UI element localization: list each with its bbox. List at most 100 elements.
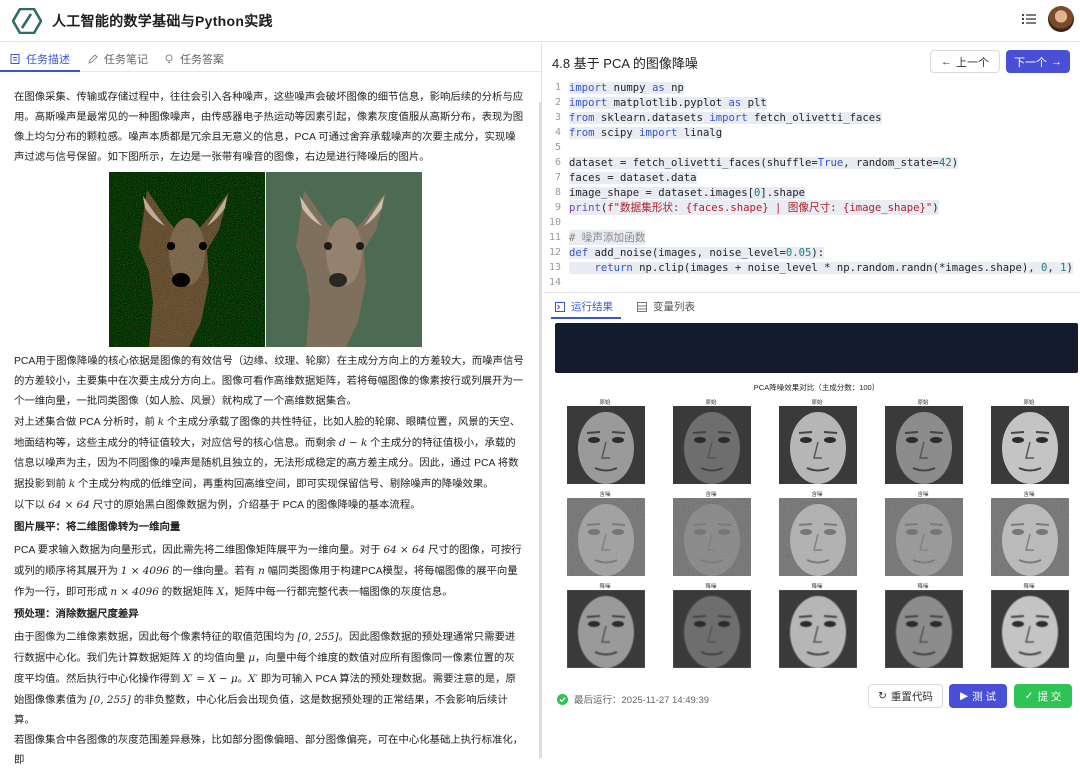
prev-button-label: 上一个 — [956, 56, 989, 69]
code-line[interactable]: 11 # 噪声添加函数 — [543, 230, 1080, 245]
face-image — [567, 406, 645, 484]
tab-notes[interactable]: 任务笔记 — [88, 48, 148, 70]
face-cell: 降噪 — [777, 582, 857, 668]
code-text: import numpy as np — [569, 81, 684, 94]
code-text: image_shape = dataset.images[0].shape — [569, 186, 806, 199]
code-line[interactable]: 1 import numpy as np — [543, 80, 1080, 95]
line-number: 5 — [554, 142, 561, 153]
next-button-label: 下一个 — [1014, 56, 1047, 69]
face-image — [779, 406, 857, 484]
active-result-tab-indicator — [551, 317, 621, 319]
face-label: 降噪 — [599, 584, 611, 590]
code-line[interactable]: 4 from scipy import linalg — [543, 125, 1080, 140]
face-label: 降噪 — [1023, 584, 1035, 590]
code-text: # 噪声添加函数 — [569, 230, 646, 245]
code-text: faces = dataset.data — [569, 171, 697, 184]
code-line[interactable]: 12 def add_noise(images, noise_level=0.05… — [543, 245, 1080, 260]
face-cell: 含噪 — [989, 490, 1069, 576]
top-bar: 人工智能的数学基础与Python实践 — [0, 0, 1080, 42]
run-status: 最后运行：2025-11-27 14:49:39 — [557, 692, 709, 706]
face-label: 降噪 — [705, 584, 717, 590]
code-line[interactable]: 7 faces = dataset.data — [543, 170, 1080, 185]
face-cell: 含噪 — [565, 490, 645, 576]
face-image — [885, 406, 963, 484]
next-button[interactable]: 下一个 → — [1006, 50, 1070, 73]
code-line[interactable]: 5 — [543, 140, 1080, 155]
paragraph-flatten: PCA 要求输入数据为向量形式，因此需先将二维图像矩阵展平为一维向量。对于 64… — [14, 544, 522, 598]
reset-code-button[interactable]: ↻ 重置代码 — [868, 684, 943, 708]
face-image — [991, 590, 1069, 668]
tab-variables[interactable]: 变量列表 — [637, 299, 695, 314]
checkmark-icon: ✓ — [1024, 690, 1034, 702]
face-image — [673, 590, 751, 668]
figure-title: PCA降噪效果对比（主成分数：100） — [753, 383, 880, 392]
line-number: 7 — [554, 172, 561, 183]
face-label: 含噪 — [599, 492, 611, 498]
line-number: 9 — [554, 202, 561, 213]
heading-flatten: 图片展平：将二维图像转为一维向量 — [14, 522, 181, 533]
user-avatar[interactable] — [1048, 6, 1074, 32]
logo-icon[interactable] — [12, 8, 42, 34]
app-title: 人工智能的数学基础与Python实践 — [52, 13, 273, 29]
tab-run-result[interactable]: 运行结果 — [555, 299, 613, 314]
face-cell: 原始 — [777, 398, 857, 484]
lightbulb-icon — [165, 54, 173, 63]
face-cell: 含噪 — [777, 490, 857, 576]
tab-answer-label: 任务答案 — [180, 54, 224, 66]
face-cell: 含噪 — [883, 490, 963, 576]
code-line[interactable]: 9 print(f"数据集形状: {faces.shape} | 图像尺寸: {i… — [543, 200, 1080, 215]
tab-description[interactable]: 任务描述 — [10, 48, 70, 70]
face-label: 含噪 — [1023, 492, 1035, 498]
document-icon — [10, 54, 20, 64]
result-tabs: 运行结果 变量列表 — [543, 292, 1080, 319]
test-button[interactable]: ▶ 测 试 — [949, 684, 1007, 708]
face-cell: 降噪 — [565, 582, 645, 668]
list-icon[interactable] — [1022, 12, 1036, 26]
arrow-right-icon: → — [1051, 55, 1062, 68]
paragraph-example-intro: 以下以 64 × 64 尺寸的原始黑白图像数据为例，介绍基于 PCA 的图像降噪… — [14, 499, 421, 511]
line-number: 3 — [554, 112, 561, 123]
heading-preprocess: 预处理：消除数据尺度差异 — [14, 609, 139, 620]
face-label: 原始 — [917, 400, 929, 406]
face-label: 原始 — [811, 400, 823, 406]
face-label: 原始 — [705, 400, 717, 406]
arrow-left-icon: ← — [941, 55, 952, 68]
code-line[interactable]: 13 return np.clip(images + noise_level *… — [543, 260, 1080, 275]
table-icon — [637, 301, 647, 312]
tab-answer[interactable]: 任务答案 — [164, 48, 224, 70]
submit-button-label: 提 交 — [1037, 690, 1062, 703]
code-line[interactable]: 6 dataset = fetch_olivetti_faces(shuffle=… — [543, 155, 1080, 170]
code-text: def add_noise(images, noise_level=0.05): — [569, 246, 825, 259]
code-text: print(f"数据集形状: {faces.shape} | 图像尺寸: {im… — [569, 200, 939, 215]
action-footer: 最后运行：2025-11-27 14:49:39 ↻ 重置代码 ▶ 测 试 ✓ … — [543, 682, 1080, 716]
submit-button[interactable]: ✓ 提 交 — [1014, 684, 1072, 708]
refresh-icon: ↻ — [878, 690, 887, 702]
task-description-continued: PCA用于图像降噪的核心依据是图像的有效信号（边缘、纹理、轮廓）在主成分方向上的… — [14, 352, 524, 771]
face-cell: 原始 — [883, 398, 963, 484]
face-cell: 降噪 — [883, 582, 963, 668]
face-image — [673, 406, 751, 484]
task-header: 4.8 基于 PCA 的图像降噪 ← 上一个 下一个 → — [543, 42, 1080, 78]
reset-code-label: 重置代码 — [890, 690, 933, 703]
code-line[interactable]: 10 — [543, 215, 1080, 230]
code-panel: 4.8 基于 PCA 的图像降噪 ← 上一个 下一个 → 1 import num… — [543, 42, 1080, 716]
code-line[interactable]: 3 from sklearn.datasets import fetch_oliv… — [543, 110, 1080, 125]
line-number: 1 — [554, 82, 561, 93]
prev-button[interactable]: ← 上一个 — [930, 50, 1000, 73]
code-line[interactable]: 2 import matplotlib.pyplot as plt — [543, 95, 1080, 110]
code-text: dataset = fetch_olivetti_faces(shuffle=T… — [569, 156, 959, 169]
face-image — [885, 498, 963, 576]
tab-notes-label: 任务笔记 — [104, 54, 148, 66]
code-line[interactable]: 14 — [543, 275, 1080, 288]
play-icon: ▶ — [960, 690, 969, 702]
face-image — [673, 498, 751, 576]
code-line[interactable]: 8 image_shape = dataset.images[0].shape — [543, 185, 1080, 200]
paragraph-standardize: 若图像集合中各图像的灰度范围差异悬殊，比如部分图像偏暗、部分图像偏亮，可在中心化… — [14, 735, 524, 766]
line-number: 8 — [554, 187, 561, 198]
face-cell: 降噪 — [671, 582, 751, 668]
face-image — [991, 498, 1069, 576]
left-scrollbar[interactable] — [539, 102, 542, 758]
paragraph-intro: 在图像采集、传输或存储过程中，往往会引入各种噪声，这些噪声会破坏图像的细节信息，… — [14, 92, 524, 163]
line-number: 4 — [554, 127, 561, 138]
code-editor[interactable]: 1 import numpy as np 2 import matplotlib.py… — [543, 80, 1080, 288]
